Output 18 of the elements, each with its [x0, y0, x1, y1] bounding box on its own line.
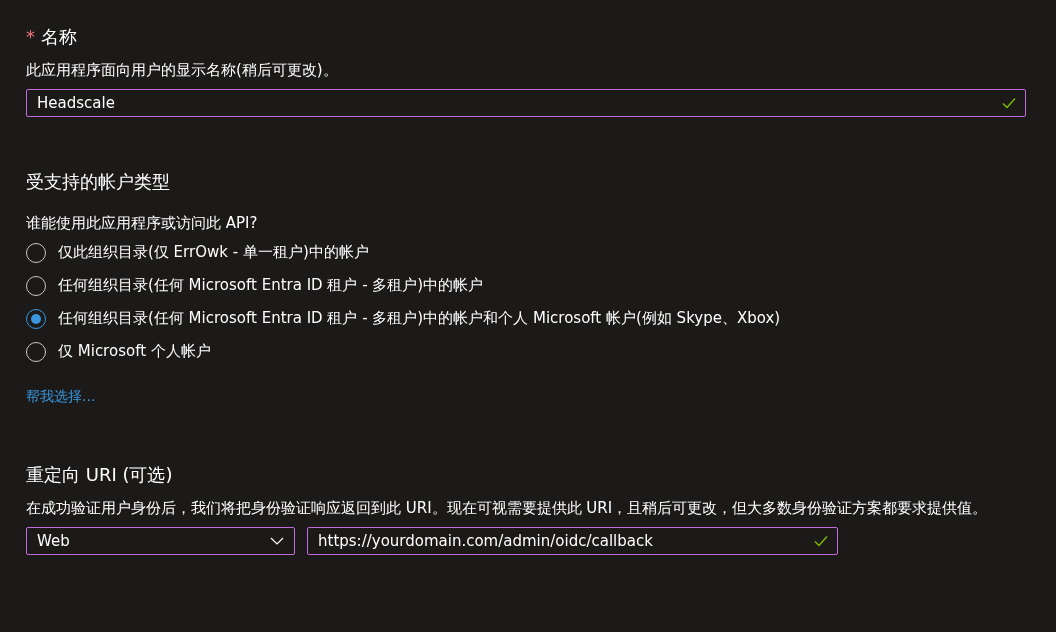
question-text: 谁能使用此应用程序或访问此 API?: [26, 213, 259, 234]
name-input-field[interactable]: Headscale: [26, 89, 1026, 117]
field-description: 此应用程序面向用户的显示名称(稍后可更改)。: [26, 60, 339, 81]
field-description: 在成功验证用户身份后，我们将把身份验证响应返回到此 URI。现在可视需要提供此 URI，且稍后可更改，但大多数身份验证方案都要求提供值。: [26, 498, 989, 519]
required-mark: *: [26, 25, 35, 49]
radio-label[interactable]: 仅 Microsoft 个人帐户: [58, 342, 211, 361]
radio-label[interactable]: 任何组织目录(任何 Microsoft Entra ID 租户 - 多租户)中的帐户: [58, 276, 484, 295]
platform-dropdown[interactable]: Web: [26, 527, 295, 555]
checkmark-icon: [814, 535, 828, 547]
help-link[interactable]: 帮我选择...: [26, 388, 96, 406]
chevron-down-icon: [270, 537, 284, 545]
radio-label[interactable]: 任何组织目录(任何 Microsoft Entra ID 租户 - 多租户)中的帐户和个人 Microsoft 帐户(例如 Skype、Xbox): [58, 309, 781, 328]
radio-label[interactable]: 仅此组织目录(仅 ErrOwk - 单一租户)中的帐户: [58, 243, 369, 262]
section-title: 名称: [41, 25, 77, 49]
redirect-uri-input-field[interactable]: https://yourdomain.com/admin/oidc/callback: [307, 527, 838, 555]
section-title: 重定向 URI (可选): [26, 463, 173, 487]
section-title: 受支持的帐户类型: [26, 170, 170, 194]
checkmark-icon: [1002, 97, 1016, 109]
